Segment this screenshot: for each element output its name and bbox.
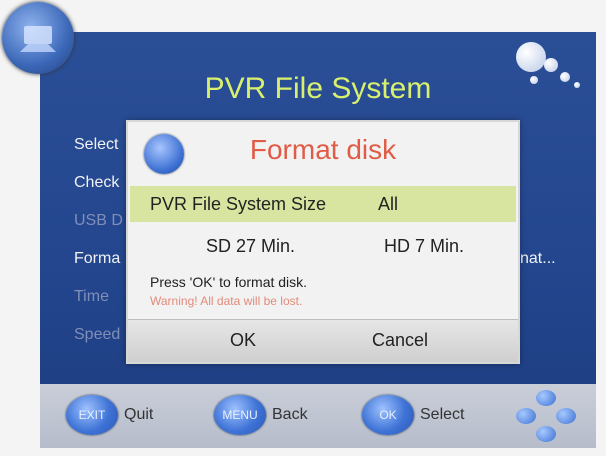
back-button[interactable]: MENU Back [214,392,308,438]
hd-time: HD 7 Min. [384,236,465,256]
dialog-title: Format disk [249,134,397,165]
dpad-icon [516,390,576,442]
back-label: Back [272,406,308,423]
instruction-text: Press 'OK' to format disk. [150,274,308,290]
menu-item-usb[interactable]: USB D [74,212,123,230]
select-label: Select [420,406,465,423]
menu-item-check[interactable]: Check [74,174,119,192]
menu-item-select[interactable]: Select [74,136,118,154]
menu-icon: MENU [214,395,266,435]
ok-button[interactable]: OK [230,330,256,351]
select-button[interactable]: OK Select [362,392,464,438]
sd-time: SD 27 Min. [206,236,296,256]
logo-icon [2,2,74,74]
exit-icon: EXIT [66,395,118,435]
menu-item-speed[interactable]: Speed [74,326,120,344]
file-system-size-row[interactable]: PVR File System Size All [130,186,516,222]
recording-time-row: SD 27 Min. HD 7 Min. [128,236,518,266]
menu-item-time[interactable]: Time [74,288,109,306]
menu-item-format[interactable]: Forma [74,250,120,268]
dialog-button-bar: OK Cancel [128,319,518,362]
size-label: PVR File System Size [150,193,327,214]
cancel-button[interactable]: Cancel [372,330,428,351]
size-value: All [377,193,398,214]
format-disk-dialog: Format disk PVR File System Size All SD … [126,120,520,364]
exit-label: Quit [124,406,154,423]
menu-item-format-value: nat... [520,250,556,267]
footer-bar: EXIT Quit MENU Back OK Select [40,384,596,448]
exit-button[interactable]: EXIT Quit [66,392,153,438]
bubbles-icon [506,32,596,102]
warning-text: Warning! All data will be lost. [150,294,303,308]
ok-icon: OK [362,395,414,435]
